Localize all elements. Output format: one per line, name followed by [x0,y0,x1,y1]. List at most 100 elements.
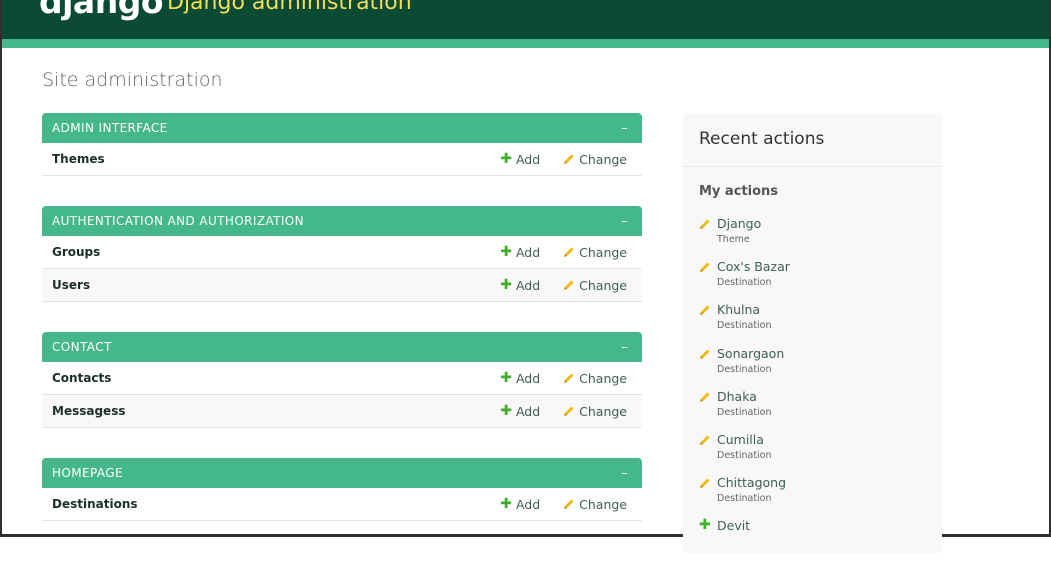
pencil-icon [700,219,710,229]
add-label: Add [515,244,541,260]
module-title[interactable]: AUTHENTICATION AND AUTHORIZATION [52,214,304,228]
model-link[interactable]: Groups [52,245,500,259]
module-title[interactable]: CONTACT [52,340,112,354]
pencil-icon [700,262,710,273]
recent-action-type: Destination [717,493,772,505]
collapse-button[interactable]: – [621,214,628,229]
model-link[interactable]: Contacts [52,371,500,385]
recent-actions-list: Django Theme Cox's Bazar Destination Khu… [699,216,790,562]
recent-action-type: Destination [717,449,772,461]
plus-icon: ✚ [500,244,512,260]
my-actions-heading: My actions [699,184,779,199]
add-button[interactable]: ✚ Add [500,278,540,293]
list-item: Cox's Bazar Destination [699,259,790,302]
plus-icon: ✚ [500,403,512,419]
pencil-icon [700,349,710,359]
pencil-icon [564,373,574,383]
recent-action-link[interactable]: Cumilla [717,432,790,447]
recent-action-link[interactable]: Chittagong [717,475,790,490]
add-label: Add [515,370,541,386]
model-link[interactable]: Messagess [52,404,500,418]
pencil-icon [564,499,574,509]
header-bar: django Django administration [2,0,1049,39]
add-button[interactable]: ✚ Add [500,497,540,512]
add-button[interactable]: ✚ Add [500,371,540,386]
plus-icon: ✚ [500,370,512,386]
recent-action-type: Destination [717,277,772,289]
recent-action-type: Theme [717,234,750,245]
recent-actions-title: Recent actions [683,113,942,167]
model-link[interactable]: Users [52,278,500,292]
add-label: Add [515,496,541,512]
plus-icon: ✚ [500,496,512,512]
list-item: Django Theme [699,216,790,259]
add-label: Add [515,151,541,167]
collapse-button[interactable]: – [621,466,628,481]
module-admin-interface: ADMIN INTERFACE – Themes ✚ Add Change [42,113,642,176]
add-label: Add [515,277,541,293]
change-button[interactable]: Change [563,497,627,512]
recent-action-type: Destination [717,406,772,418]
pencil-icon [700,478,710,489]
collapse-button[interactable]: – [621,121,628,136]
model-row-groups: Groups ✚ Add Change [42,236,642,269]
module-caption: CONTACT – [42,332,642,362]
change-label: Change [579,244,627,260]
recent-action-link[interactable]: Sonargaon [717,346,790,361]
recent-action-link[interactable]: Devit [717,518,790,533]
list-item: Dhaka Destination [699,389,790,432]
change-label: Change [579,496,627,512]
add-button[interactable]: ✚ Add [500,404,540,419]
module-contact: CONTACT – Contacts ✚ Add Change Messagess… [42,332,642,428]
model-row-users: Users ✚ Add Change [42,269,642,302]
list-item: Cumilla Destination [699,432,790,475]
change-button[interactable]: Change [563,245,627,260]
model-link[interactable]: Themes [52,152,500,166]
header-stripe [2,39,1049,48]
module-caption: HOMEPAGE – [42,458,642,488]
module-authentication: AUTHENTICATION AND AUTHORIZATION – Group… [42,206,642,302]
add-label: Add [515,403,541,419]
list-item: ✚ Devit [699,518,790,561]
model-row-contacts: Contacts ✚ Add Change [42,362,642,395]
model-row-destinations: Destinations ✚ Add Change [42,488,642,521]
pencil-icon [700,435,710,445]
recent-action-type: Destination [717,320,772,332]
pencil-icon [564,406,574,416]
pencil-icon [700,392,710,402]
recent-action-type: Destination [717,363,772,375]
collapse-button[interactable]: – [621,340,628,355]
model-row-messagess: Messagess ✚ Add Change [42,395,642,428]
change-button[interactable]: Change [563,404,627,419]
change-label: Change [579,277,627,293]
module-title[interactable]: HOMEPAGE [52,466,123,480]
change-button[interactable]: Change [563,278,627,293]
recent-action-link[interactable]: Dhaka [717,389,790,404]
page-title: Site administration [42,69,223,91]
pencil-icon [564,247,574,257]
django-logo[interactable]: django [39,0,164,21]
recent-actions-panel: Recent actions My actions Django Theme C… [683,113,942,553]
recent-action-link[interactable]: Django [717,216,790,231]
pencil-icon [564,154,574,164]
change-button[interactable]: Change [563,152,627,167]
plus-icon: ✚ [500,277,512,293]
list-item: Khulna Destination [699,302,790,345]
site-title[interactable]: Django administration [167,0,412,15]
add-button[interactable]: ✚ Add [500,245,540,260]
plus-icon: ✚ [500,151,512,167]
change-label: Change [579,403,627,419]
add-button[interactable]: ✚ Add [500,152,540,167]
model-row-themes: Themes ✚ Add Change [42,143,642,176]
model-link[interactable]: Destinations [52,497,500,511]
pencil-icon [564,280,574,290]
recent-action-link[interactable]: Khulna [717,302,790,317]
list-item: Sonargaon Destination [699,346,790,389]
pencil-icon [700,305,710,316]
list-item: Chittagong Destination [699,475,790,518]
recent-action-link[interactable]: Cox's Bazar [717,259,790,274]
plus-icon: ✚ [699,517,711,534]
module-caption: ADMIN INTERFACE – [42,113,642,143]
change-button[interactable]: Change [563,371,627,386]
module-title[interactable]: ADMIN INTERFACE [52,121,168,135]
